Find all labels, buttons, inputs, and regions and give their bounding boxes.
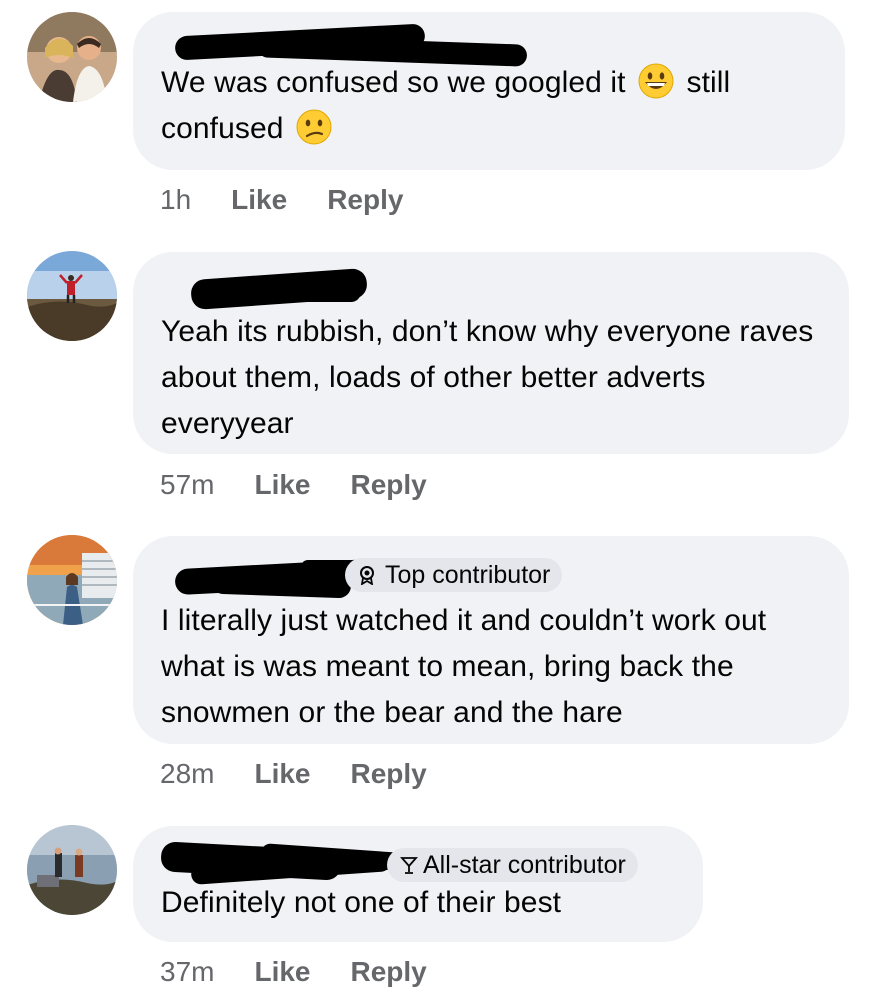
avatar[interactable]	[27, 251, 117, 341]
badge-label: Top contributor	[385, 561, 551, 589]
comment-bubble[interactable]: Top contributor I literally just watched…	[133, 536, 849, 744]
badge-label: All-star contributor	[423, 851, 626, 879]
comment-actions: 1h Like Reply	[160, 184, 443, 216]
like-button[interactable]: Like	[254, 469, 310, 501]
comment-actions: 28m Like Reply	[160, 758, 467, 790]
confused-face-emoji-icon	[296, 109, 332, 145]
comment-timestamp: 57m	[160, 469, 215, 500]
comment-text: Yeah its rubbish, don’t know why everyon…	[161, 315, 814, 440]
author-name-redacted	[161, 12, 817, 68]
avatar-photo-icon	[27, 535, 117, 625]
comment-actions: 57m Like Reply	[160, 469, 467, 501]
comment-text: Definitely not one of their best	[161, 886, 562, 919]
comment-bubble[interactable]: We was confused so we googled it still c…	[133, 12, 845, 170]
comment-text: We was confused so we googled it still c…	[161, 60, 817, 152]
comment-bubble[interactable]: Yeah its rubbish, don’t know why everyon…	[133, 252, 849, 454]
comment-bubble[interactable]: All-star contributor Definitely not one …	[133, 826, 703, 942]
all-star-contributor-badge[interactable]: All-star contributor	[387, 848, 638, 882]
avatar-photo-icon	[27, 12, 117, 102]
author-name-redacted: All-star contributor	[160, 826, 675, 885]
comment-text-line2: confused	[161, 112, 284, 145]
avatar[interactable]	[27, 535, 117, 625]
comment-timestamp: 28m	[160, 758, 215, 789]
reply-button[interactable]: Reply	[327, 184, 403, 216]
top-contributor-badge[interactable]: Top contributor	[345, 558, 563, 592]
avatar-photo-icon	[27, 825, 117, 915]
like-button[interactable]: Like	[231, 184, 287, 216]
author-name-redacted	[161, 252, 821, 311]
author-name-redacted: Top contributor	[161, 536, 821, 599]
comment-text-line1: We was confused so we googled it	[161, 66, 626, 99]
like-button[interactable]: Like	[254, 956, 310, 988]
like-button[interactable]: Like	[254, 758, 310, 790]
reply-button[interactable]: Reply	[351, 469, 427, 501]
top-contributor-icon	[360, 566, 374, 585]
comment-timestamp: 1h	[160, 184, 192, 215]
comment-text: I literally just watched it and couldn’t…	[161, 604, 767, 729]
reply-button[interactable]: Reply	[351, 956, 427, 988]
comment-text-after-emoji: still	[686, 66, 731, 99]
reply-button[interactable]: Reply	[351, 758, 427, 790]
avatar-photo-icon	[27, 251, 117, 341]
comment-actions: 37m Like Reply	[160, 956, 467, 988]
grinning-face-emoji-icon	[638, 63, 674, 99]
comment-timestamp: 37m	[160, 956, 215, 987]
all-star-contributor-icon	[400, 857, 418, 874]
avatar[interactable]	[27, 825, 117, 915]
avatar[interactable]	[27, 12, 117, 102]
